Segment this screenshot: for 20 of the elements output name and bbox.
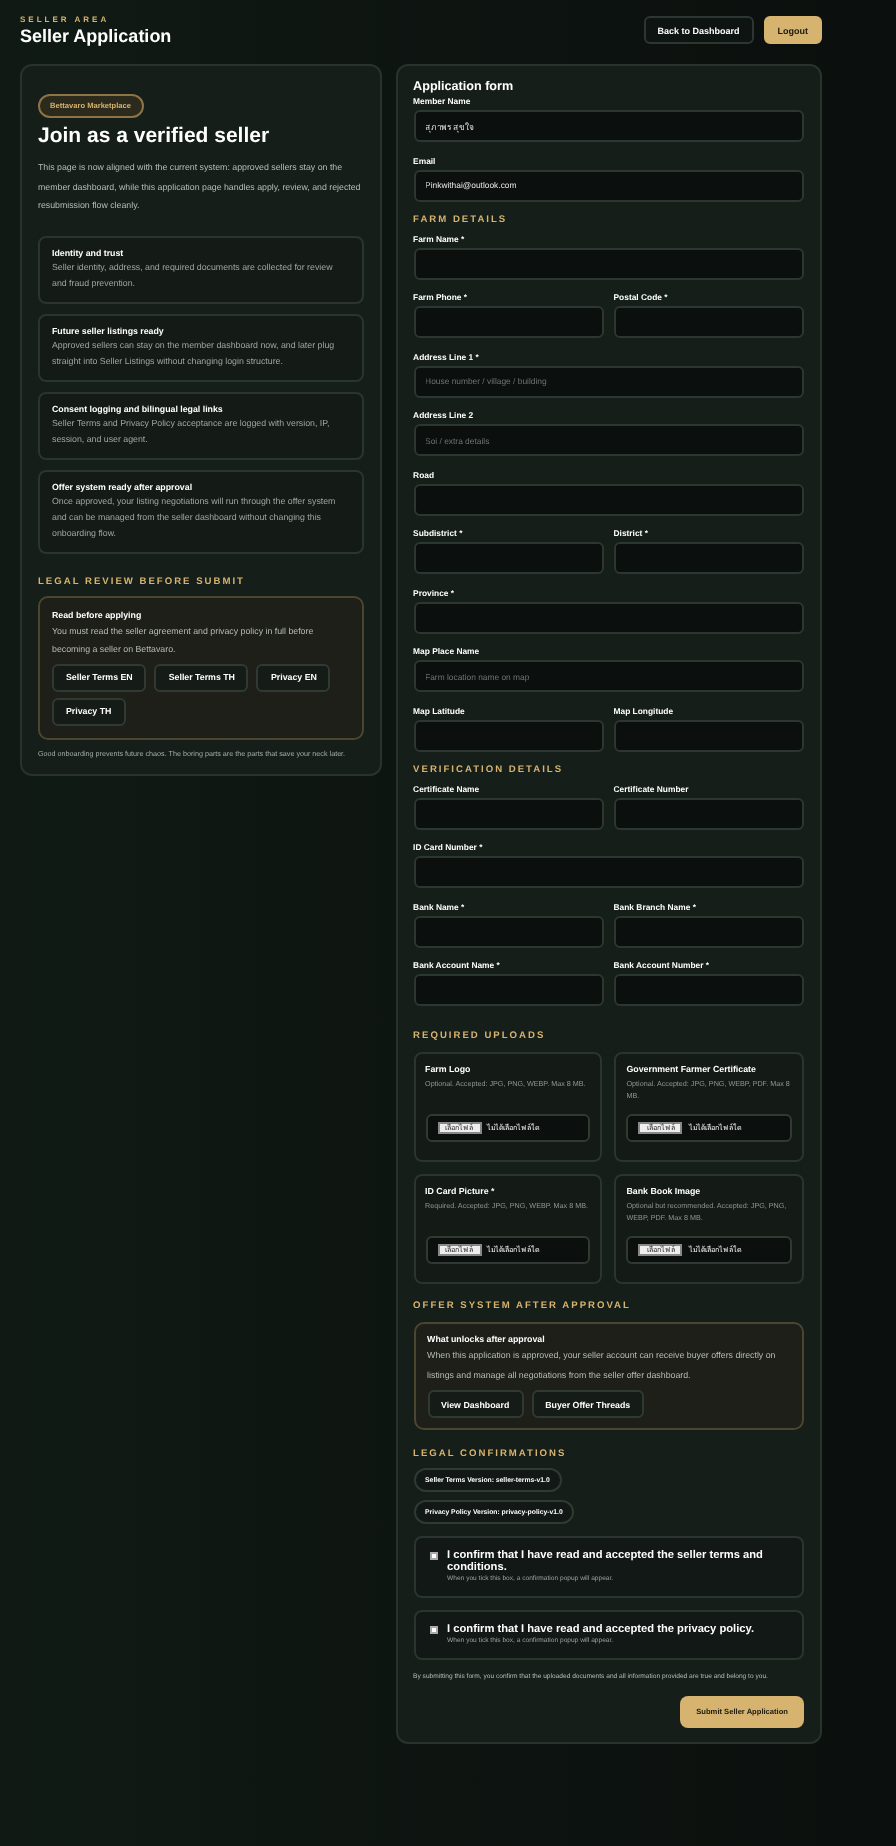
input-field[interactable] bbox=[413, 974, 604, 1006]
input-field[interactable] bbox=[613, 542, 804, 574]
input-field[interactable] bbox=[413, 915, 604, 947]
input-field[interactable] bbox=[613, 797, 804, 829]
input-field[interactable] bbox=[413, 483, 804, 515]
input-field[interactable] bbox=[613, 306, 804, 338]
page-title: Seller Application bbox=[20, 26, 172, 48]
input-field[interactable] bbox=[413, 797, 604, 829]
checkbox[interactable] bbox=[429, 1626, 438, 1634]
input-field[interactable] bbox=[413, 856, 804, 888]
input-field[interactable] bbox=[613, 974, 804, 1006]
input-field[interactable] bbox=[613, 719, 804, 751]
input-field[interactable] bbox=[413, 542, 604, 574]
checkbox[interactable] bbox=[429, 1552, 438, 1560]
input-field[interactable] bbox=[413, 247, 804, 279]
intro-title: Join as a verified seller bbox=[38, 124, 272, 150]
input-field[interactable] bbox=[613, 915, 804, 947]
input-field[interactable] bbox=[413, 306, 604, 338]
input-field[interactable] bbox=[413, 719, 604, 751]
input-field[interactable] bbox=[413, 601, 804, 633]
